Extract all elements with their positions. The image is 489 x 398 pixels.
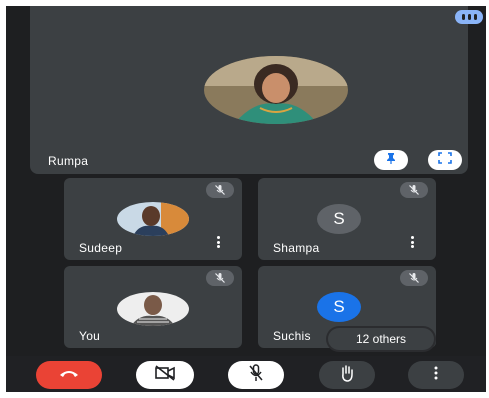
- mic-muted-icon: [400, 182, 428, 198]
- raise-hand-icon: [339, 364, 355, 387]
- main-speaker-name: Rumpa: [48, 154, 89, 168]
- participant-name: Sudeep: [79, 241, 123, 255]
- participant-name: Suchis: [273, 329, 311, 343]
- participant-name: Shampa: [273, 241, 320, 255]
- more-options-icon: [434, 366, 438, 385]
- camera-off-icon: [154, 364, 176, 386]
- pin-icon: [384, 151, 398, 170]
- end-call-button[interactable]: [36, 361, 102, 389]
- pin-button[interactable]: [374, 150, 408, 170]
- participant-menu-icon[interactable]: [411, 236, 414, 248]
- main-speaker-avatar: [204, 56, 348, 124]
- raise-hand-button[interactable]: [319, 361, 375, 389]
- main-speaker-tile[interactable]: Rumpa: [30, 6, 483, 174]
- fullscreen-button[interactable]: [428, 150, 462, 170]
- camera-toggle-button[interactable]: [136, 361, 194, 389]
- participant-tile-you[interactable]: You: [64, 266, 242, 348]
- mic-muted-icon: [206, 182, 234, 198]
- mic-muted-icon: [206, 270, 234, 286]
- participant-tile-shampa[interactable]: S Shampa: [258, 178, 436, 260]
- participant-initial-avatar: S: [317, 292, 361, 322]
- participant-tile-sudeep[interactable]: Sudeep: [64, 178, 242, 260]
- mic-off-icon: [248, 363, 264, 387]
- speaking-indicator-icon: [455, 10, 483, 24]
- meeting-screen: Rumpa Sudeep S Shampa You S Suchis 12 ot…: [6, 6, 486, 392]
- others-count-button[interactable]: 12 others: [328, 328, 434, 350]
- self-avatar: [117, 292, 189, 326]
- participant-initial-avatar: S: [317, 204, 361, 234]
- participant-menu-icon[interactable]: [217, 236, 220, 248]
- call-controls: [6, 356, 486, 392]
- fullscreen-icon: [438, 151, 452, 169]
- participant-avatar: [117, 202, 189, 236]
- more-options-button[interactable]: [408, 361, 464, 389]
- participant-name: You: [79, 329, 101, 343]
- mic-toggle-button[interactable]: [228, 361, 284, 389]
- mic-muted-icon: [400, 270, 428, 286]
- end-call-icon: [58, 366, 80, 384]
